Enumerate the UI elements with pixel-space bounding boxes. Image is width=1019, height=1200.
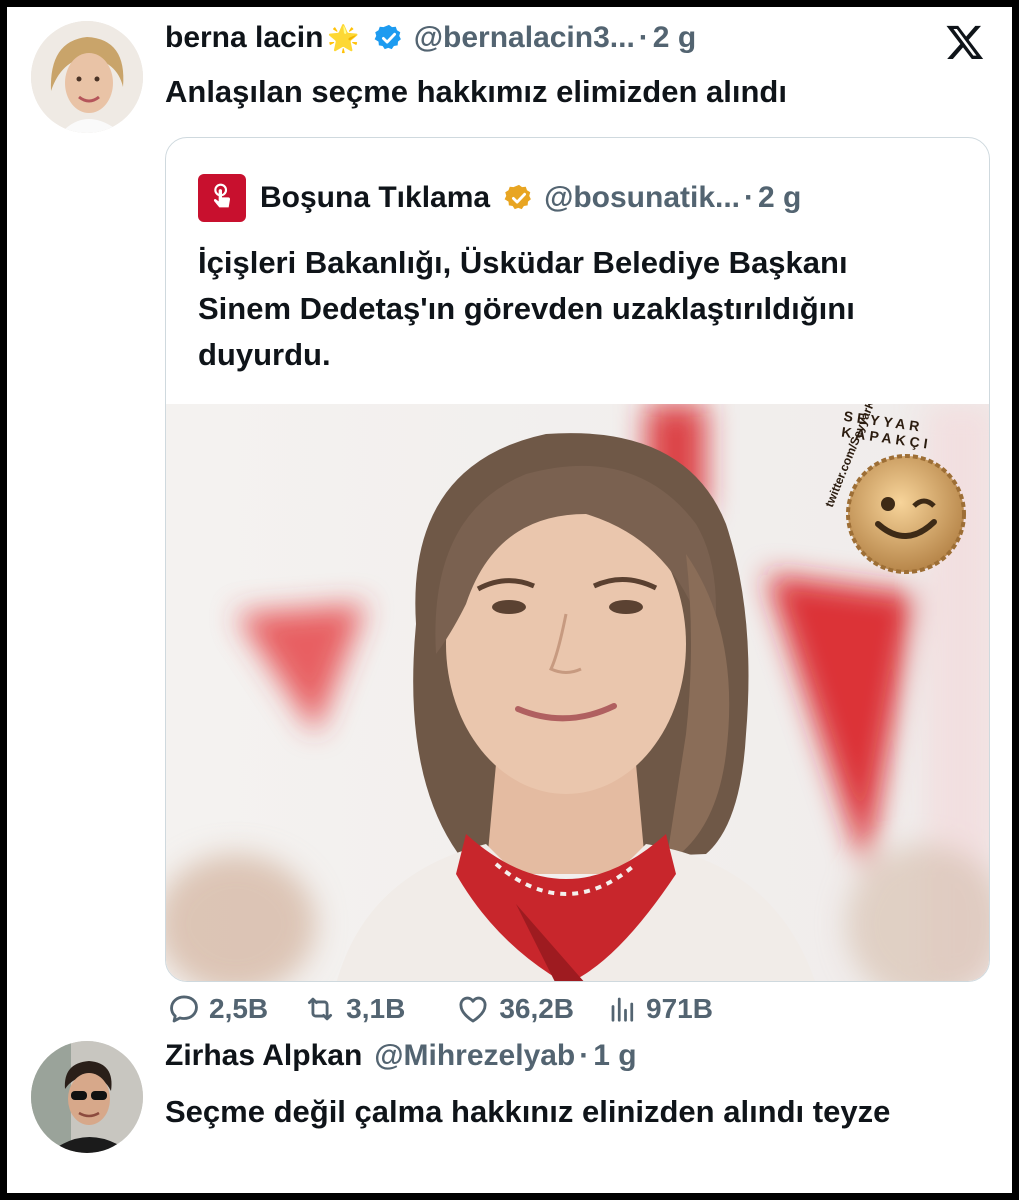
views-icon xyxy=(611,997,634,1022)
tweet-time[interactable]: 2 g xyxy=(653,21,696,55)
quoted-tweet[interactable]: Boşuna Tıklama @bosunatik... · 2 g İçişl… xyxy=(165,137,990,982)
like-icon xyxy=(459,996,487,1023)
separator-dot: · xyxy=(744,181,755,214)
action-bar: 2,5B 3,1B 36,2B 971B xyxy=(167,985,713,1033)
quote-author-handle[interactable]: @bosunatik... xyxy=(544,181,740,215)
tap-hand-icon xyxy=(213,183,231,208)
quote-text: İçişleri Bakanlığı, Üsküdar Belediye Baş… xyxy=(198,245,855,372)
reply-text: Seçme değil çalma hakkınız elinizden alı… xyxy=(165,1094,891,1129)
retweet-icon xyxy=(308,997,333,1021)
author-emoji: 🌟 xyxy=(327,22,360,53)
x-logo-icon[interactable] xyxy=(945,22,985,62)
watermark-bottlecap xyxy=(846,454,966,574)
quote-time[interactable]: 2 g xyxy=(758,181,801,215)
reply-author-avatar[interactable] xyxy=(31,1041,143,1153)
author-avatar[interactable] xyxy=(31,21,143,133)
separator-dot: · xyxy=(638,21,649,54)
retweet-button[interactable]: 3,1B xyxy=(302,992,405,1026)
views-button[interactable]: 971B xyxy=(608,993,713,1025)
reply-count: 2,5B xyxy=(209,993,269,1024)
reply-author-handle[interactable]: @Mihrezelyab xyxy=(374,1039,575,1073)
gold-badge-icon xyxy=(504,184,531,210)
like-button[interactable]: 36,2B xyxy=(455,992,574,1026)
reply-time[interactable]: 1 g xyxy=(593,1039,636,1073)
screenshot-frame: berna lacin 🌟 @bernalacin3... · 2 g Anla… xyxy=(7,7,1012,1193)
separator-dot: · xyxy=(579,1039,590,1072)
tweet-text: Anlaşılan seçme hakkımız elimizden alınd… xyxy=(165,74,787,109)
reply-author-name[interactable]: Zirhas Alpkan xyxy=(165,1039,362,1073)
author-name[interactable]: berna lacin xyxy=(165,21,323,55)
retweet-count: 3,1B xyxy=(346,993,406,1024)
views-count: 971B xyxy=(646,993,713,1024)
reply-button[interactable]: 2,5B xyxy=(167,992,268,1026)
reply-icon xyxy=(170,995,198,1023)
verified-badge-icon xyxy=(374,24,401,50)
quote-author-name[interactable]: Boşuna Tıklama xyxy=(260,181,490,215)
tweet-header: berna lacin 🌟 @bernalacin3... · 2 g xyxy=(165,21,696,55)
quote-photo[interactable]: SEYYAR KAPAKÇI twitter.com/SeyyarKapakci xyxy=(166,404,989,981)
like-count: 36,2B xyxy=(499,993,575,1024)
author-handle[interactable]: @bernalacin3... xyxy=(414,21,635,55)
reply-header: Zirhas Alpkan @Mihrezelyab · 1 g xyxy=(165,1039,637,1073)
quote-header: Boşuna Tıklama @bosunatik... · 2 g xyxy=(198,174,801,222)
quote-author-avatar[interactable] xyxy=(198,174,246,222)
